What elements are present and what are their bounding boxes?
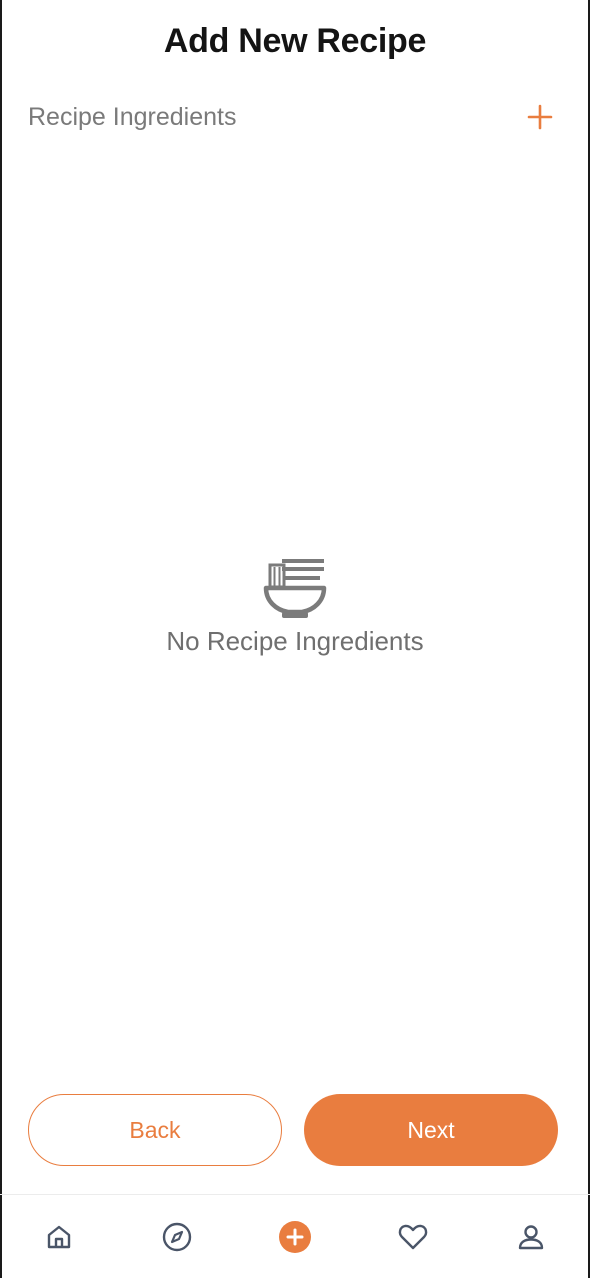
page-title: Add New Recipe — [163, 22, 427, 60]
plus-icon — [527, 104, 553, 130]
home-icon — [47, 1225, 71, 1248]
nav-favorites[interactable] — [383, 1207, 443, 1267]
user-icon — [518, 1224, 544, 1249]
back-button[interactable]: Back — [28, 1094, 282, 1166]
noodle-bowl-icon — [263, 559, 327, 618]
section-label: Recipe Ingredients — [28, 102, 237, 131]
next-button[interactable]: Next — [304, 1094, 558, 1166]
heart-icon — [398, 1224, 428, 1249]
add-ingredient-button[interactable] — [520, 97, 560, 137]
compass-icon — [162, 1222, 192, 1251]
add-circle-icon — [279, 1220, 311, 1253]
nav-home[interactable] — [29, 1207, 89, 1267]
nav-explore[interactable] — [147, 1207, 207, 1267]
ingredients-section-header: Recipe Ingredients — [28, 96, 562, 138]
empty-state: No Recipe Ingredients — [0, 556, 590, 657]
bottom-nav — [0, 1194, 590, 1278]
nav-profile[interactable] — [501, 1207, 561, 1267]
empty-state-message: No Recipe Ingredients — [166, 626, 424, 656]
nav-add-recipe[interactable] — [265, 1207, 325, 1267]
